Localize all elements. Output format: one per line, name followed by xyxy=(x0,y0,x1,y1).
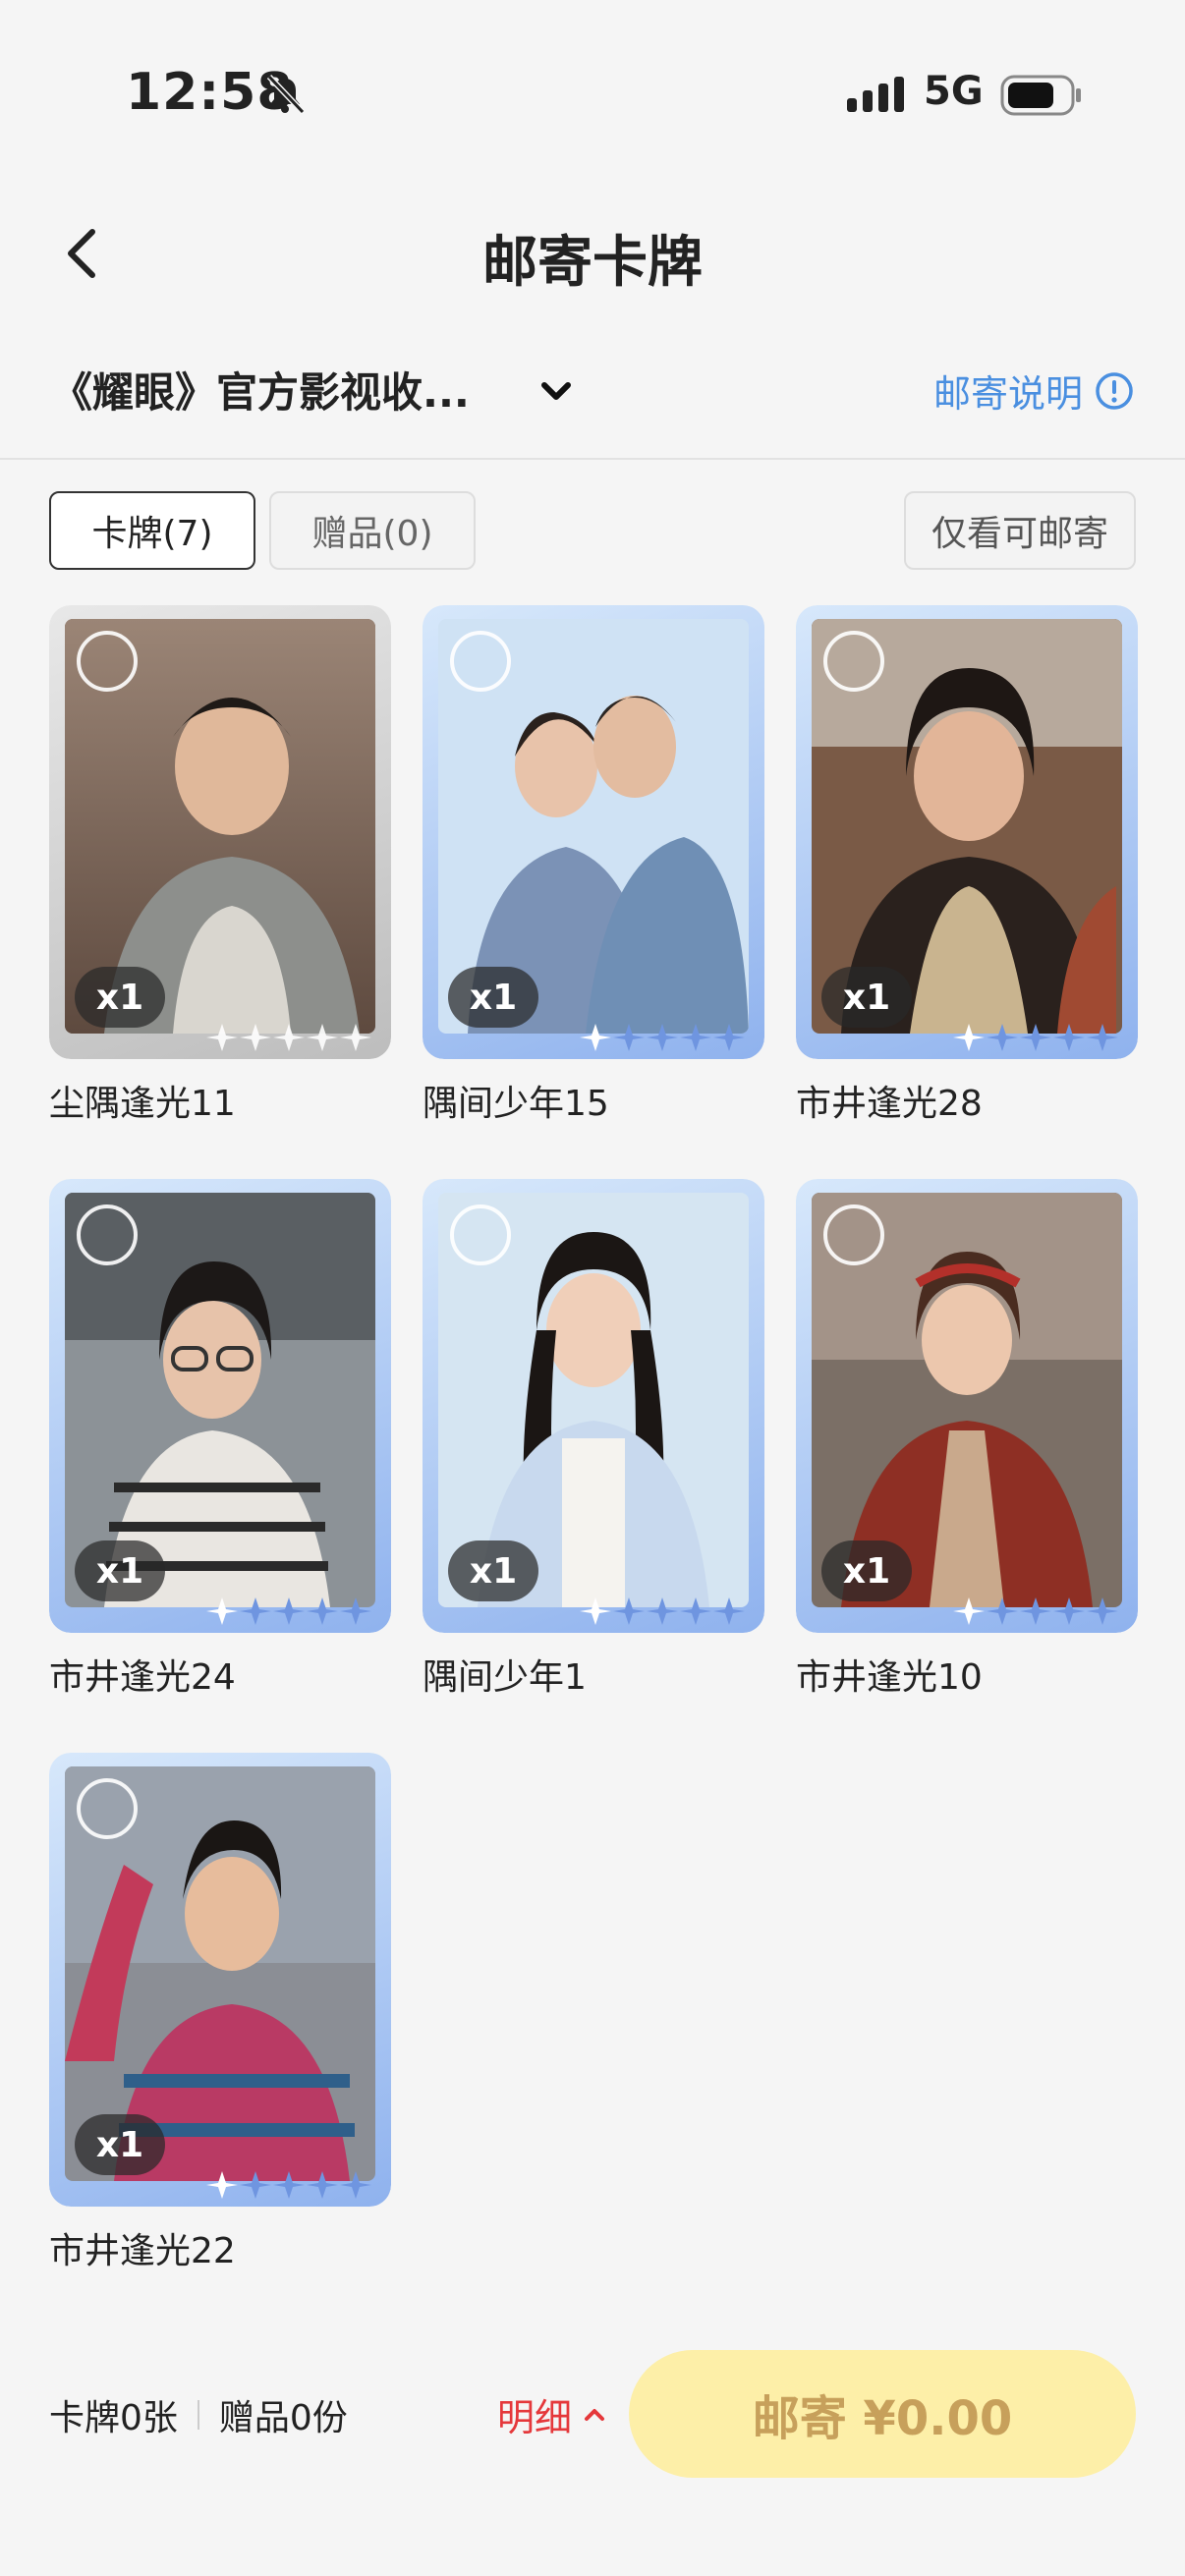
status-bar: 12:58 5G xyxy=(0,0,1185,187)
card-item[interactable]: x1 市井逢光24 xyxy=(49,1179,391,1753)
select-checkbox[interactable] xyxy=(823,631,884,692)
detail-toggle[interactable]: 明细 xyxy=(497,2387,607,2441)
stars-decoration xyxy=(206,2171,371,2199)
select-checkbox[interactable] xyxy=(823,1204,884,1265)
gift-count: 赠品0份 xyxy=(218,2398,348,2438)
header: 邮寄卡牌 xyxy=(0,187,1185,324)
chevron-up-icon xyxy=(585,2408,605,2421)
quantity-badge: x1 xyxy=(448,967,538,1028)
card-name: 市井逢光28 xyxy=(796,1084,983,1124)
mail-info-label: 邮寄说明 xyxy=(932,372,1083,416)
card-name: 隅间少年15 xyxy=(423,1084,609,1124)
card-name: 隅间少年1 xyxy=(423,1657,587,1698)
quantity-badge: x1 xyxy=(75,967,165,1028)
card-image[interactable]: x1 xyxy=(423,1179,764,1633)
card-item[interactable]: x1 市井逢光22 xyxy=(49,1753,391,2326)
divider xyxy=(197,2400,199,2430)
tab-gifts[interactable]: 赠品(0) xyxy=(269,491,476,570)
select-checkbox[interactable] xyxy=(450,1204,511,1265)
card-count: 卡牌0张 xyxy=(49,2398,178,2438)
quantity-badge: x1 xyxy=(75,2114,165,2175)
mail-button[interactable]: 邮寄 ¥0.00 xyxy=(629,2350,1136,2478)
card-item[interactable]: x1 隅间少年1 xyxy=(423,1179,764,1753)
quantity-badge: x1 xyxy=(75,1540,165,1601)
stars-decoration xyxy=(580,1024,745,1051)
stars-decoration xyxy=(580,1597,745,1625)
quantity-badge: x1 xyxy=(821,1540,912,1601)
album-selector[interactable]: 《耀眼》官方影视收... xyxy=(51,360,470,420)
info-icon xyxy=(1096,371,1133,410)
bell-slash-icon xyxy=(266,74,306,115)
divider xyxy=(0,458,1185,460)
card-image[interactable]: x1 xyxy=(49,605,391,1059)
stars-decoration xyxy=(206,1024,371,1051)
card-name: 市井逢光10 xyxy=(796,1657,983,1698)
detail-label: 明细 xyxy=(497,2396,573,2439)
battery-icon xyxy=(1000,75,1081,116)
album-selector-row: 《耀眼》官方影视收... 邮寄说明 xyxy=(0,344,1185,452)
card-image[interactable]: x1 xyxy=(796,1179,1138,1633)
tab-cards[interactable]: 卡牌(7) xyxy=(49,491,255,570)
stars-decoration xyxy=(206,1597,371,1625)
stars-decoration xyxy=(953,1024,1118,1051)
tab-bar: 卡牌(7) 赠品(0) xyxy=(49,491,476,570)
select-checkbox[interactable] xyxy=(77,1778,138,1839)
card-image[interactable]: x1 xyxy=(49,1753,391,2207)
page-title: 邮寄卡牌 xyxy=(482,231,703,295)
card-name: 市井逢光24 xyxy=(49,1657,236,1698)
card-grid: x1 尘隅逢光11 x1 隅间少年15 x1 市井逢光28 x1 市井逢光24 … xyxy=(49,605,1140,2326)
card-name: 市井逢光22 xyxy=(49,2231,236,2271)
card-name: 尘隅逢光11 xyxy=(49,1084,236,1124)
card-item[interactable]: x1 市井逢光10 xyxy=(796,1179,1138,1753)
signal-icon xyxy=(847,77,904,112)
card-image[interactable]: x1 xyxy=(423,605,764,1059)
bottom-bar: 卡牌0张 赠品0份 明细 邮寄 ¥0.00 xyxy=(0,2338,1185,2486)
network-type: 5G xyxy=(924,69,984,114)
select-checkbox[interactable] xyxy=(77,631,138,692)
mail-info-link[interactable]: 邮寄说明 xyxy=(933,364,1134,418)
chevron-down-icon[interactable] xyxy=(538,373,574,409)
mailable-only-filter-button[interactable]: 仅看可邮寄 xyxy=(904,491,1136,570)
card-item[interactable]: x1 市井逢光28 xyxy=(796,605,1138,1179)
card-image[interactable]: x1 xyxy=(49,1179,391,1633)
select-checkbox[interactable] xyxy=(77,1204,138,1265)
card-item[interactable]: x1 隅间少年15 xyxy=(423,605,764,1179)
select-checkbox[interactable] xyxy=(450,631,511,692)
page: 12:58 5G 邮寄卡牌 《耀眼》官方影视收... 邮寄说明 卡牌(7) 赠品… xyxy=(0,0,1185,2576)
quantity-badge: x1 xyxy=(821,967,912,1028)
selection-counts: 卡牌0张 赠品0份 xyxy=(49,2389,348,2440)
stars-decoration xyxy=(953,1597,1118,1625)
card-item[interactable]: x1 尘隅逢光11 xyxy=(49,605,391,1179)
card-image[interactable]: x1 xyxy=(796,605,1138,1059)
quantity-badge: x1 xyxy=(448,1540,538,1601)
